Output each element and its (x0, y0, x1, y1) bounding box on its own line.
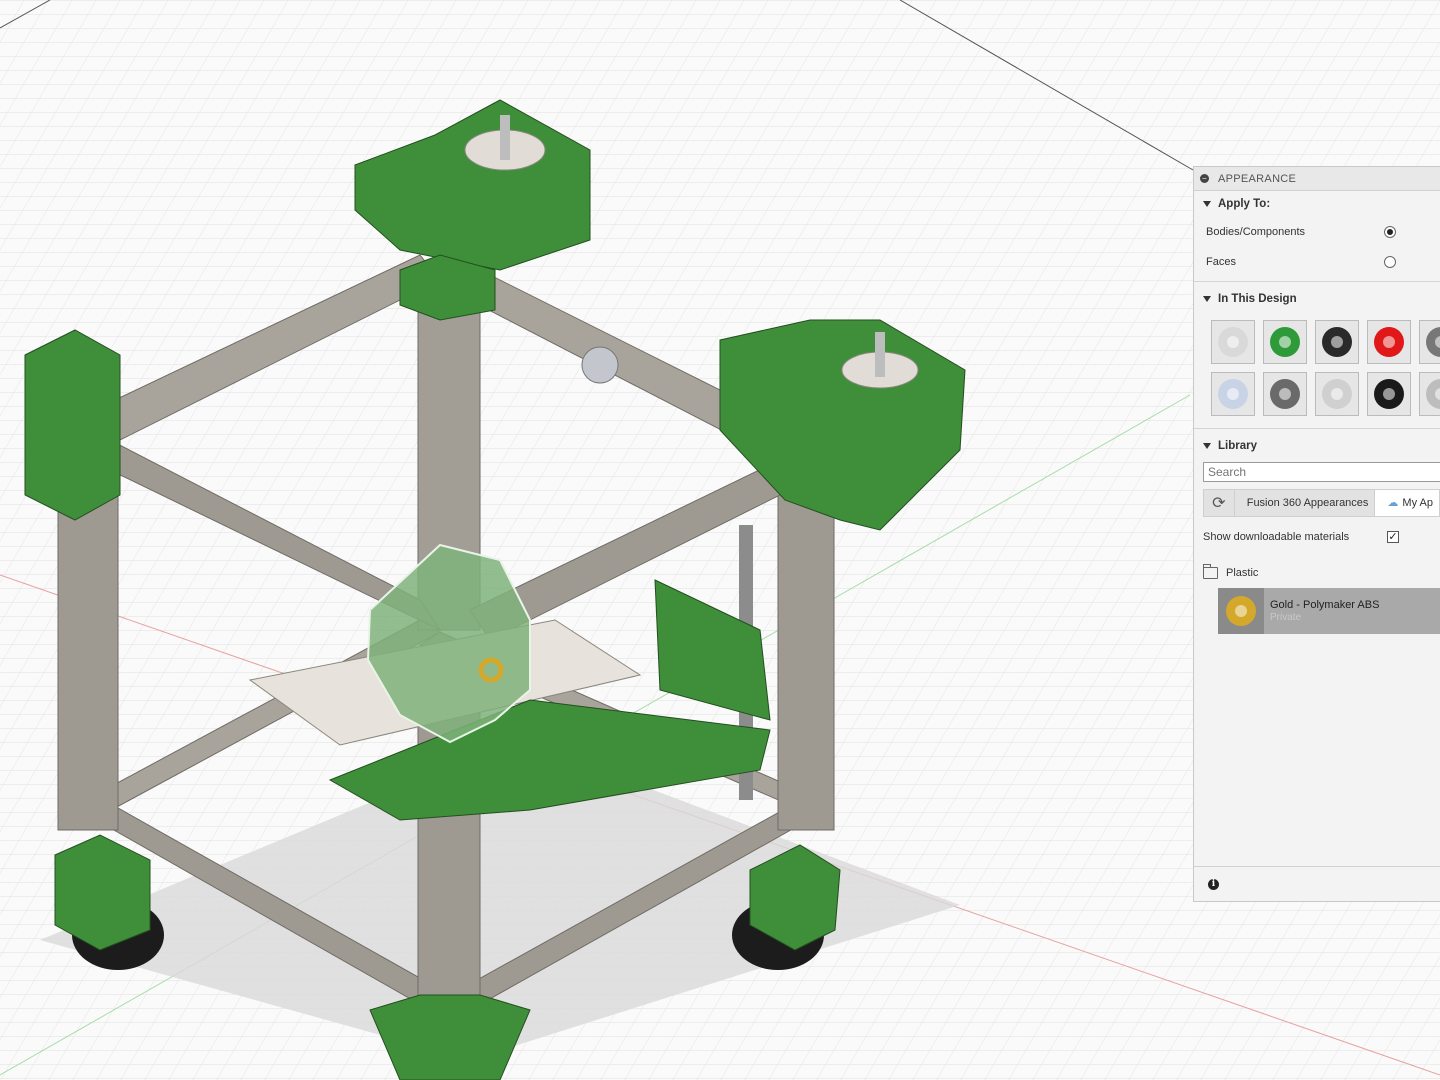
divider (1194, 281, 1440, 282)
material-thumbnail (1218, 588, 1264, 634)
appearance-swatch-preview (1374, 327, 1404, 357)
folder-icon (1203, 564, 1218, 579)
divider (1194, 428, 1440, 429)
info-icon[interactable]: i (1208, 878, 1219, 890)
appearance-swatch[interactable] (1315, 320, 1359, 364)
minus-icon[interactable]: − (1200, 174, 1209, 183)
appearance-swatch-preview (1426, 379, 1440, 409)
library-tabs: ⟳ Fusion 360 Appearances ☁ My Ap (1203, 488, 1440, 518)
tab-my-appearances[interactable]: ☁ My Ap (1375, 489, 1440, 517)
corner-top-left[interactable] (24, 329, 121, 521)
appearance-swatch[interactable] (1211, 320, 1255, 364)
library-heading: Library (1218, 440, 1257, 452)
appearance-panel: − APPEARANCE Apply To: Bodies/Components… (1193, 166, 1440, 902)
show-downloadable-label: Show downloadable materials (1203, 531, 1350, 543)
apply-to-heading: Apply To: (1218, 198, 1271, 210)
show-downloadable-row[interactable]: Show downloadable materials ✓ (1194, 522, 1440, 552)
cloud-icon: ☁ (1387, 497, 1399, 509)
appearance-swatch-preview (1270, 379, 1300, 409)
motor-shaft-back[interactable] (500, 115, 510, 160)
panel-title: APPEARANCE (1218, 172, 1297, 185)
material-item-gold-polymaker-abs[interactable]: Gold - Polymaker ABS Private (1218, 588, 1440, 634)
panel-header: − APPEARANCE (1194, 167, 1440, 191)
appearance-swatch[interactable] (1263, 372, 1307, 416)
appearance-swatch-preview (1218, 327, 1248, 357)
appearance-swatch[interactable] (1367, 320, 1411, 364)
apply-faces-label: Faces (1206, 256, 1236, 268)
appearance-swatch-preview (1322, 379, 1352, 409)
design-swatches (1194, 312, 1440, 424)
appearance-swatch-preview (1426, 327, 1440, 357)
faces-radio[interactable] (1384, 256, 1396, 268)
collapse-triangle-icon (1203, 296, 1211, 302)
appearance-swatch-preview (1322, 327, 1352, 357)
refresh-icon[interactable]: ⟳ (1203, 489, 1235, 517)
material-subtitle: Private (1270, 612, 1302, 623)
collapse-triangle-icon (1203, 201, 1211, 207)
apply-bodies-label: Bodies/Components (1206, 226, 1306, 238)
in-this-design-section-header[interactable]: In This Design (1194, 286, 1440, 312)
in-this-design-heading: In This Design (1218, 293, 1297, 305)
library-section-header[interactable]: Library (1194, 433, 1440, 459)
post-right[interactable] (777, 469, 835, 831)
library-search-input[interactable] (1203, 462, 1440, 482)
motor-shaft-right[interactable] (875, 332, 885, 377)
appearance-swatch[interactable] (1263, 320, 1307, 364)
tab-my-appearances-label: My Ap (1402, 497, 1433, 509)
folder-plastic[interactable]: Plastic (1194, 558, 1440, 588)
appearance-swatch[interactable] (1315, 372, 1359, 416)
appearance-swatch-preview (1374, 379, 1404, 409)
folder-label: Plastic (1226, 567, 1259, 579)
apply-bodies-option[interactable]: Bodies/Components (1194, 217, 1440, 247)
apply-to-section-header[interactable]: Apply To: (1194, 191, 1440, 217)
show-downloadable-checkbox[interactable]: ✓ (1387, 531, 1399, 543)
apply-faces-option[interactable]: Faces (1194, 247, 1440, 277)
corner-bottom-front[interactable] (369, 994, 531, 1080)
appearance-swatch[interactable] (1211, 372, 1255, 416)
appearance-swatch[interactable] (1367, 372, 1411, 416)
tab-fusion-appearances[interactable]: Fusion 360 Appearances (1234, 489, 1376, 517)
idler-pulley[interactable] (581, 346, 619, 384)
material-name: Gold - Polymaker ABS (1270, 599, 1380, 611)
appearance-swatch-preview (1270, 327, 1300, 357)
panel-footer: i (1194, 866, 1440, 901)
appearance-swatch[interactable] (1419, 320, 1440, 364)
appearance-swatch[interactable] (1419, 372, 1440, 416)
collapse-triangle-icon (1203, 443, 1211, 449)
bodies-radio[interactable] (1384, 226, 1396, 238)
appearance-swatch-preview (1218, 379, 1248, 409)
